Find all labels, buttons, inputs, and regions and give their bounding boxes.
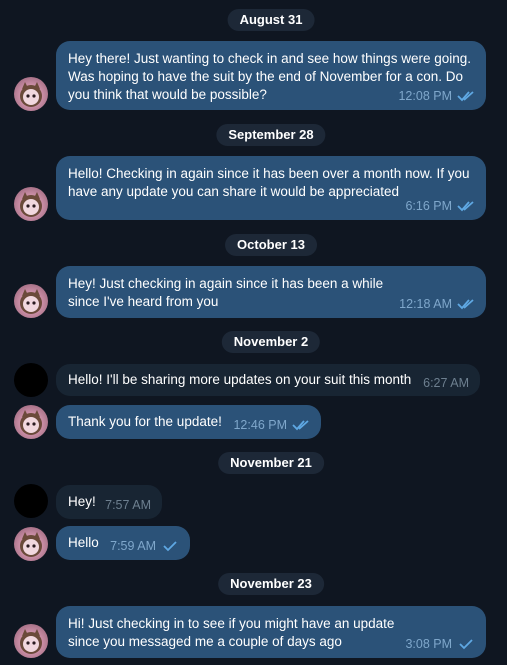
message-time: 7:57 AM	[105, 498, 151, 512]
message-time: 3:08 PM	[405, 637, 452, 651]
message-meta: 7:57 AM	[105, 496, 151, 514]
message-text: Hello! Checking in again since it has be…	[68, 166, 470, 199]
message-bubble[interactable]: Hi! Just checking in to see if you might…	[56, 606, 486, 658]
check-icon	[459, 639, 473, 650]
message-meta: 7:59 AM	[110, 537, 179, 555]
avatar-image	[20, 629, 42, 654]
message-bubble[interactable]: Hey! 7:57 AM	[56, 485, 162, 519]
avatar-image	[20, 82, 42, 107]
avatar[interactable]	[14, 484, 48, 518]
message-text: Hi! Just checking in to see if you might…	[68, 616, 395, 649]
date-separator: November 21	[218, 452, 324, 474]
message-text: Hello! I'll be sharing more updates on y…	[68, 372, 412, 387]
double-check-icon	[457, 91, 474, 102]
message-time: 6:16 PM	[405, 199, 452, 213]
date-separator: November 23	[218, 573, 324, 595]
message-bubble[interactable]: Hello! Checking in again since it has be…	[56, 156, 486, 220]
message-meta: 6:27 AM	[423, 374, 469, 392]
message-bubble[interactable]: Hey there! Just wanting to check in and …	[56, 41, 486, 110]
date-separator: August 31	[227, 9, 315, 31]
message-meta: 3:08 PM	[405, 635, 475, 653]
message-time: 12:46 PM	[233, 418, 287, 432]
message-bubble[interactable]: Hello! I'll be sharing more updates on y…	[56, 364, 480, 396]
message-time: 6:27 AM	[423, 376, 469, 390]
message-time: 7:59 AM	[110, 539, 156, 553]
avatar-image	[20, 289, 42, 314]
message-bubble[interactable]: Hello 7:59 AM	[56, 526, 190, 560]
date-separator: November 2	[221, 331, 321, 353]
message-time: 12:18 AM	[399, 297, 452, 311]
avatar[interactable]	[14, 527, 48, 561]
avatar[interactable]	[14, 363, 48, 397]
double-check-icon	[457, 299, 474, 310]
message-meta: 6:16 PM	[405, 197, 475, 215]
avatar-image	[20, 410, 42, 435]
avatar-image	[20, 192, 42, 217]
message-meta: 12:08 PM	[398, 87, 475, 105]
avatar[interactable]	[14, 405, 48, 439]
double-check-icon	[292, 420, 309, 431]
avatar[interactable]	[14, 624, 48, 658]
message-bubble[interactable]: Hey! Just checking in again since it has…	[56, 266, 486, 318]
avatar[interactable]	[14, 284, 48, 318]
avatar-image	[20, 532, 42, 557]
avatar[interactable]	[14, 187, 48, 221]
message-time: 12:08 PM	[398, 89, 452, 103]
message-meta: 12:46 PM	[233, 416, 310, 434]
check-icon	[163, 541, 177, 552]
double-check-icon	[457, 201, 474, 212]
message-bubble[interactable]: Thank you for the update! 12:46 PM	[56, 405, 321, 439]
message-meta: 12:18 AM	[399, 295, 475, 313]
message-text: Hey! Just checking in again since it has…	[68, 276, 384, 309]
date-separator: October 13	[225, 234, 317, 256]
date-separator: September 28	[216, 124, 326, 146]
avatar[interactable]	[14, 77, 48, 111]
